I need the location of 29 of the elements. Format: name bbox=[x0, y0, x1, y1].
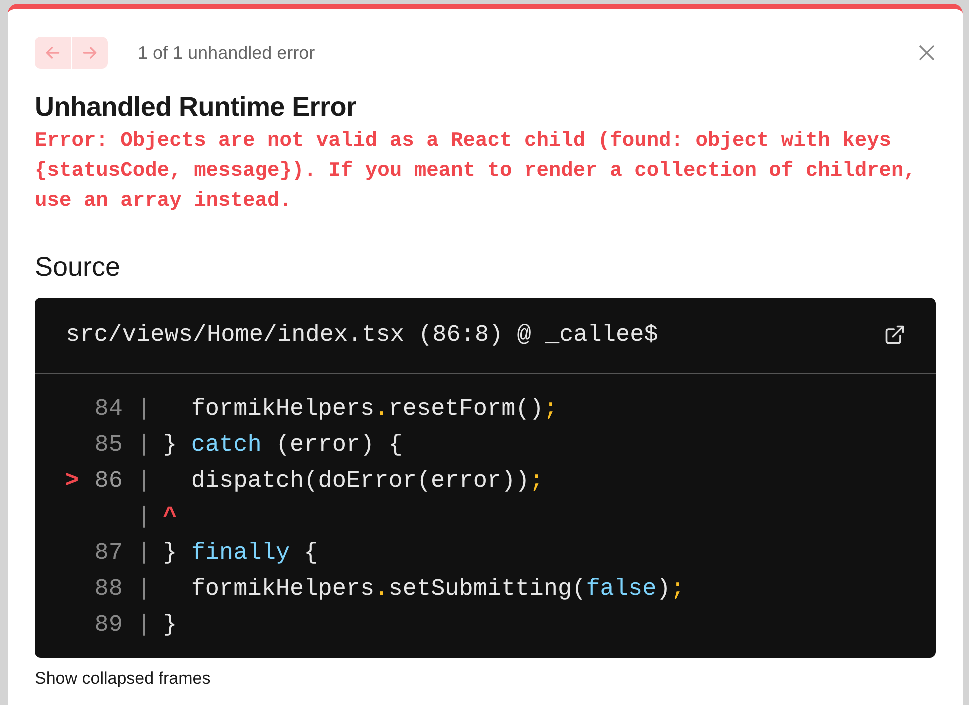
code-line: } finally { bbox=[163, 539, 318, 570]
line-number: 86 bbox=[94, 467, 123, 498]
gutter-divider: | bbox=[137, 395, 152, 426]
gutter-divider: | bbox=[137, 467, 152, 498]
external-link-icon[interactable] bbox=[884, 324, 906, 346]
line-number: 87 bbox=[94, 539, 123, 570]
error-message: Error: Objects are not valid as a React child (found: object with keys {statusCode, message}). If you meant to render a collection of children, use an array instead. bbox=[35, 129, 918, 216]
code-line: dispatch(doError(error)); bbox=[190, 467, 544, 498]
show-frames-link[interactable]: Show collapsed frames bbox=[35, 666, 211, 692]
error-title: Unhandled Runtime Error bbox=[35, 91, 358, 124]
gutter-divider: | bbox=[137, 431, 152, 462]
line-number: 84 bbox=[94, 395, 123, 426]
gutter-divider: | bbox=[137, 539, 152, 570]
code-line: } bbox=[163, 611, 178, 642]
source-heading: Source bbox=[35, 251, 122, 284]
error-counter: 1 of 1 unhandled error bbox=[138, 42, 316, 64]
line-marker: > bbox=[65, 467, 80, 498]
line-number: 89 bbox=[94, 611, 123, 642]
line-number: 88 bbox=[94, 575, 123, 606]
gutter-divider: | bbox=[137, 503, 152, 534]
file-path: src/views/Home/index.tsx (86:8) @ _callee$ bbox=[66, 320, 658, 351]
code-line: formikHelpers.setSubmitting(false); bbox=[190, 575, 685, 606]
gutter-divider: | bbox=[137, 575, 152, 606]
code-line: formikHelpers.resetForm(); bbox=[190, 395, 558, 426]
line-number: 85 bbox=[94, 431, 123, 462]
gutter-divider: | bbox=[137, 611, 152, 642]
close-button[interactable] bbox=[918, 44, 936, 62]
error-caret: ^ bbox=[163, 503, 178, 534]
code-line: } catch (error) { bbox=[163, 431, 403, 462]
